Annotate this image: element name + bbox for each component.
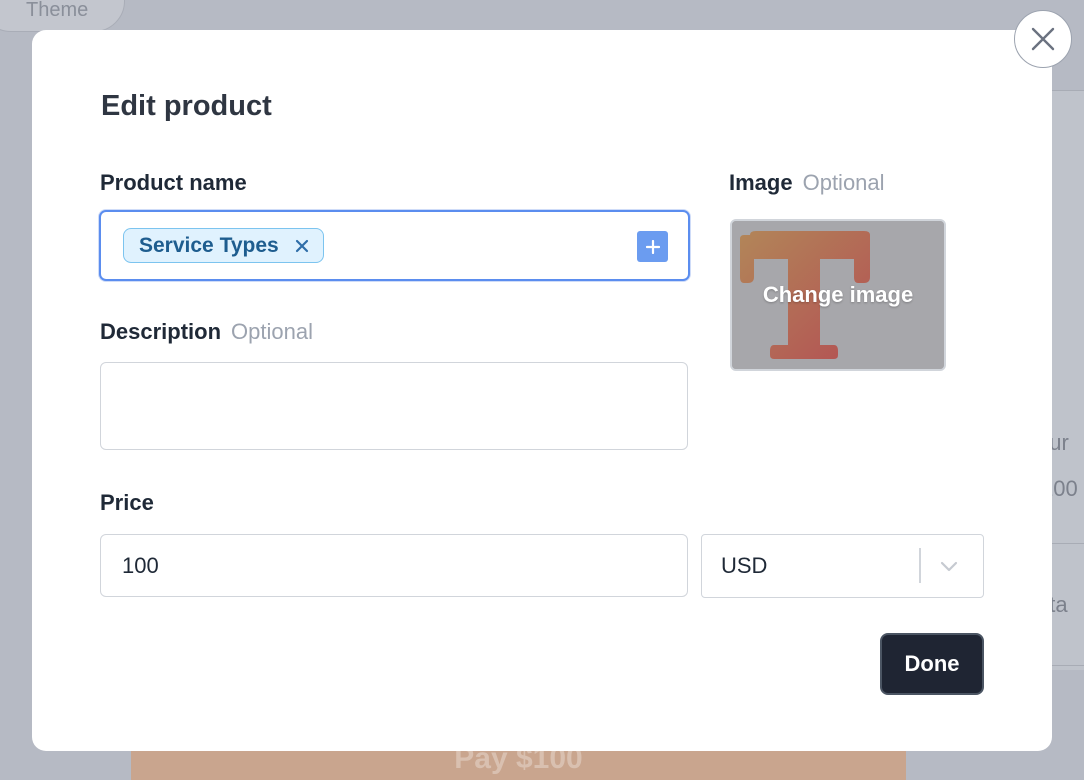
product-tag: Service Types [123, 228, 324, 263]
product-name-label: Product name [100, 170, 247, 196]
theme-label: Theme [26, 0, 89, 21]
price-label: Price [100, 490, 154, 516]
chevron-down-icon[interactable] [938, 555, 960, 577]
close-icon [1031, 27, 1055, 51]
modal-title: Edit product [101, 90, 272, 122]
done-button[interactable]: Done [880, 633, 984, 695]
currency-select[interactable]: USD [701, 534, 984, 598]
add-tag-button[interactable] [637, 231, 668, 262]
product-image-picker[interactable]: Change image [730, 219, 946, 371]
price-input[interactable] [100, 534, 688, 597]
edit-product-modal: Edit product Product name Service Types [32, 30, 1052, 751]
description-label: Description Optional [100, 319, 313, 345]
description-label-text: Description [100, 319, 222, 344]
image-label: Image Optional [729, 170, 885, 196]
description-field[interactable] [100, 362, 688, 450]
tag-remove-button[interactable] [295, 239, 309, 253]
page-backdrop: Theme our 100 ota Pay $100 Edit product … [0, 0, 1084, 780]
theme-button: Theme [0, 0, 125, 32]
product-name-label-text: Product name [100, 170, 247, 195]
x-icon [295, 239, 308, 252]
description-optional-hint: Optional [231, 319, 313, 344]
plus-icon [645, 239, 660, 254]
product-tag-label: Service Types [139, 233, 279, 257]
close-modal-button[interactable] [1014, 10, 1072, 68]
image-label-text: Image [729, 170, 793, 195]
price-label-text: Price [100, 490, 154, 515]
product-name-input[interactable]: Service Types [99, 210, 690, 281]
currency-value: USD [721, 553, 768, 578]
image-optional-hint: Optional [802, 170, 885, 195]
change-image-label: Change image [762, 282, 914, 307]
select-divider [919, 548, 921, 583]
